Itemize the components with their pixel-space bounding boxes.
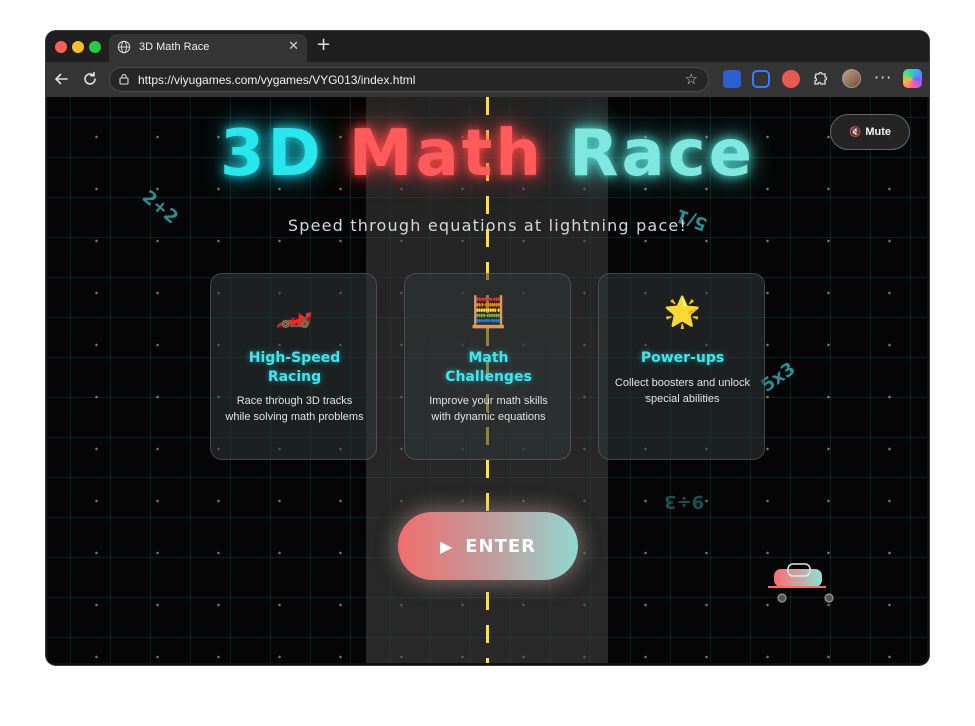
speaker-muted-icon: 🔇: [848, 126, 862, 138]
browser-titlebar: 3D Math Race ✕ +: [46, 31, 929, 62]
address-bar[interactable]: https://viyugames.com/vygames/VYG013/ind…: [109, 67, 709, 92]
close-tab-icon[interactable]: ✕: [288, 39, 299, 55]
mute-button[interactable]: 🔇 Mute: [830, 114, 910, 150]
browser-toolbar: https://viyugames.com/vygames/VYG013/ind…: [46, 62, 929, 97]
feature-title: Math Challenges: [445, 350, 532, 385]
extensions-puzzle-icon[interactable]: [811, 70, 829, 88]
feature-card-powerups: 🌟 Power-ups Collect boosters and unlock …: [598, 273, 765, 460]
extension-link-icon[interactable]: [752, 70, 770, 88]
title-3d: 3D: [219, 117, 324, 191]
title-math: Math: [348, 117, 544, 191]
enter-button[interactable]: ▶ ENTER: [398, 512, 578, 580]
bookmark-star-icon[interactable]: ☆: [685, 71, 698, 88]
feature-card-math: 🧮 Math Challenges Improve your math skil…: [404, 273, 571, 460]
back-arrow-icon[interactable]: [52, 70, 70, 88]
reload-icon[interactable]: [81, 70, 99, 88]
extension-stop-icon[interactable]: [782, 70, 800, 88]
new-tab-button[interactable]: +: [316, 36, 331, 54]
glowing-star-icon: 🌟: [663, 295, 702, 330]
game-title: 3D Math Race: [48, 117, 927, 191]
feature-description: Race through 3D tracks while solving mat…: [225, 395, 364, 423]
car-icon: [768, 563, 834, 603]
close-window-button[interactable]: [55, 41, 67, 53]
feature-description: Improve your math skills with dynamic eq…: [429, 395, 548, 423]
play-icon: ▶: [439, 536, 454, 556]
floating-equation: 9÷3: [664, 491, 705, 512]
profile-avatar[interactable]: [842, 69, 861, 88]
race-car-icon: 🏎️: [275, 295, 314, 330]
extension-shield-icon[interactable]: [723, 70, 741, 88]
tab-title: 3D Math Race: [139, 41, 210, 53]
feature-title: High-Speed Racing: [248, 350, 341, 385]
more-menu-icon[interactable]: ···: [874, 68, 892, 87]
browser-window: 3D Math Race ✕ + https://viyugames.com/v…: [46, 31, 929, 665]
title-race: Race: [569, 117, 756, 191]
browser-tab[interactable]: 3D Math Race ✕: [109, 34, 307, 62]
feature-title: Power-ups: [640, 350, 725, 366]
feature-card-racing: 🏎️ High-Speed Racing Race through 3D tra…: [210, 273, 377, 460]
game-page: 2+2 5/1 5x3 9÷3 3D Math Race Speed throu…: [48, 97, 927, 663]
maximize-window-button[interactable]: [89, 41, 101, 53]
enter-label: ENTER: [465, 535, 537, 557]
abacus-icon: 🧮: [469, 295, 508, 330]
copilot-icon[interactable]: [903, 69, 922, 88]
lock-icon: [119, 73, 129, 85]
game-subtitle: Speed through equations at lightning pac…: [287, 216, 688, 235]
feature-description: Collect boosters and unlock special abil…: [614, 377, 751, 405]
globe-icon: [117, 40, 131, 54]
url-text: https://viyugames.com/vygames/VYG013/ind…: [138, 73, 416, 87]
minimize-window-button[interactable]: [72, 41, 84, 53]
mute-label: Mute: [865, 126, 892, 138]
